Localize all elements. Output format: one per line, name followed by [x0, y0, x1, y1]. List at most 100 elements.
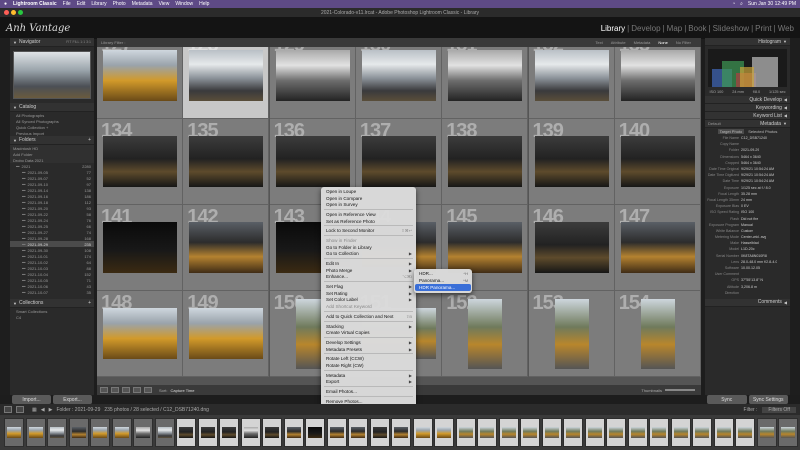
- metadata-value[interactable]: Custom: [741, 229, 753, 233]
- filter-preset-select[interactable]: No Filter: [676, 40, 691, 45]
- grid-cell[interactable]: 139: [528, 119, 615, 205]
- context-menu-item[interactable]: Open in Survey: [321, 201, 416, 208]
- context-menu-item[interactable]: Set Flag ▶: [321, 283, 416, 290]
- context-menu-item[interactable]: Rotate Left (CCW): [321, 355, 416, 362]
- menu-view[interactable]: View: [159, 1, 170, 7]
- navigator-preview[interactable]: [13, 51, 91, 99]
- filter-none[interactable]: None: [658, 40, 668, 45]
- app-menu[interactable]: Lightroom Classic: [13, 1, 57, 7]
- filmstrip-thumb[interactable]: [240, 418, 261, 447]
- minimize-window-icon[interactable]: [11, 10, 16, 15]
- filmstrip-thumb[interactable]: [348, 418, 368, 447]
- metadata-value[interactable]: ISO 100: [741, 210, 754, 214]
- photo-thumbnail[interactable]: [275, 136, 350, 187]
- context-menu-item[interactable]: Add to Quick Collection and Next ⇧B: [321, 313, 416, 320]
- filmstrip-thumb[interactable]: [606, 418, 626, 447]
- add-folder-icon[interactable]: +: [88, 137, 91, 143]
- context-menu-item[interactable]: Edit In ▶: [321, 260, 416, 267]
- grid-cell[interactable]: 146: [528, 205, 615, 291]
- metadata-value[interactable]: Hasselblad: [741, 241, 759, 245]
- filmstrip-thumb[interactable]: [176, 418, 196, 447]
- menu-photo[interactable]: Photo: [113, 1, 126, 7]
- grid-cell[interactable]: 149: [183, 291, 270, 377]
- thumbnail-size-slider[interactable]: [665, 389, 695, 391]
- photo-thumbnail[interactable]: [189, 308, 264, 359]
- navigator-zoom-options[interactable]: FIT FILL 1:1 3:1: [66, 40, 91, 44]
- filmstrip-thumb[interactable]: [778, 418, 798, 447]
- photo-thumbnail[interactable]: [640, 299, 675, 369]
- grid-cell[interactable]: 135: [183, 119, 270, 205]
- compare-view-icon[interactable]: [122, 387, 130, 393]
- grid-cell[interactable]: 142: [183, 205, 270, 291]
- keywording-header[interactable]: Keywording ◀: [705, 104, 790, 112]
- sync-settings-button[interactable]: Sync Settings: [748, 395, 788, 404]
- photo-thumbnail[interactable]: [103, 222, 177, 273]
- filmstrip-thumb[interactable]: [434, 418, 454, 447]
- photo-thumbnail[interactable]: [468, 299, 503, 369]
- filter-select[interactable]: Filters Off: [762, 406, 796, 413]
- filmstrip-thumb[interactable]: [4, 418, 24, 447]
- close-window-icon[interactable]: [4, 10, 9, 15]
- grid-cell[interactable]: 134: [97, 119, 183, 205]
- filter-metadata[interactable]: Metadata: [634, 40, 651, 45]
- menu-edit[interactable]: Edit: [77, 1, 86, 7]
- photo-thumbnail[interactable]: [275, 50, 350, 101]
- comments-header[interactable]: Comments ◀: [705, 298, 790, 307]
- photo-thumbnail[interactable]: [620, 136, 695, 187]
- filmstrip-thumb[interactable]: [756, 418, 777, 447]
- filmstrip-thumb[interactable]: [649, 418, 669, 447]
- collection-item[interactable]: C4: [10, 314, 94, 320]
- metadata-value[interactable]: 3,206.8 m: [741, 285, 757, 289]
- module-develop[interactable]: Develop: [631, 24, 660, 33]
- histogram[interactable]: [708, 49, 787, 87]
- context-menu-item[interactable]: Stacking ▶: [321, 323, 416, 330]
- context-menu-item[interactable]: Set Rating ▶: [321, 290, 416, 297]
- collections-header[interactable]: ▼ Collections +: [10, 299, 94, 308]
- loupe-view-icon[interactable]: [111, 387, 119, 393]
- folders-header[interactable]: ▼ Folders +: [10, 136, 94, 145]
- keyword-list-header[interactable]: Keyword List ◀: [705, 112, 790, 120]
- filmstrip-thumb[interactable]: [692, 418, 712, 447]
- metadata-value[interactable]: 5464 x 3640: [741, 161, 761, 165]
- photo-thumbnail[interactable]: [554, 299, 589, 369]
- filmstrip-thumb[interactable]: [90, 418, 110, 447]
- filmstrip-thumb[interactable]: [498, 418, 519, 447]
- metadata-value[interactable]: 28.0-48.0 mm f/2.8-4.0: [741, 260, 777, 264]
- module-book[interactable]: Book: [688, 24, 706, 33]
- photo-thumbnail[interactable]: [448, 50, 523, 101]
- grid-cell[interactable]: 141: [97, 205, 183, 291]
- quick-develop-header[interactable]: Quick Develop ◀: [705, 96, 790, 104]
- sync-button[interactable]: Sync: [707, 395, 747, 404]
- filmstrip-thumb[interactable]: [670, 418, 691, 447]
- filmstrip-thumb[interactable]: [219, 418, 239, 447]
- catalog-header[interactable]: ▼ Catalog: [10, 103, 94, 112]
- grid-view-icon[interactable]: [100, 387, 108, 393]
- metadata-value[interactable]: 2021-09-29: [741, 148, 759, 152]
- filmstrip-thumb[interactable]: [68, 418, 89, 447]
- grid-cell[interactable]: 132: [528, 47, 615, 119]
- search-icon[interactable]: ⌕: [740, 1, 743, 7]
- grid-cell[interactable]: 148: [97, 291, 183, 377]
- context-menu-item[interactable]: Export ▶: [321, 379, 416, 386]
- filter-text[interactable]: Text: [595, 40, 602, 45]
- photo-thumbnail[interactable]: [448, 136, 523, 187]
- filter-attribute[interactable]: Attribute: [611, 40, 626, 45]
- filmstrip-thumb[interactable]: [584, 418, 605, 447]
- filmstrip-thumb[interactable]: [262, 418, 282, 447]
- context-menu-item[interactable]: Develop Settings ▶: [321, 339, 416, 346]
- left-panel-edge[interactable]: [0, 38, 10, 395]
- photo-thumbnail[interactable]: [448, 222, 523, 273]
- filmstrip-thumb[interactable]: [326, 418, 347, 447]
- filmstrip-thumb[interactable]: [369, 418, 390, 447]
- context-menu-item[interactable]: Photo Merge ▶: [321, 266, 416, 274]
- grid-cell[interactable]: 152: [442, 291, 529, 377]
- photo-thumbnail[interactable]: [361, 136, 436, 187]
- menu-window[interactable]: Window: [175, 1, 193, 7]
- sort-select[interactable]: Capture Time: [170, 388, 194, 393]
- metadata-value[interactable]: Center-wtd. avg: [741, 235, 766, 239]
- right-panel-edge[interactable]: [790, 38, 800, 395]
- photo-thumbnail[interactable]: [534, 50, 609, 101]
- context-menu-item[interactable]: Metadata ▶: [321, 372, 416, 379]
- import-button[interactable]: Import...: [12, 395, 51, 404]
- survey-view-icon[interactable]: [133, 387, 141, 393]
